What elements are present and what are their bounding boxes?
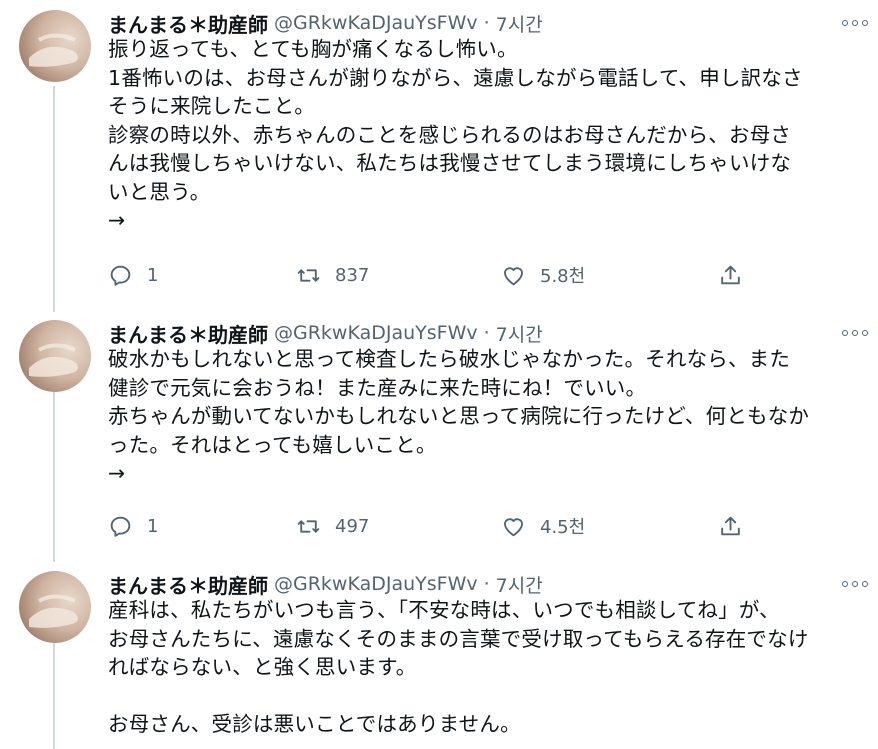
share-icon (721, 265, 740, 284)
tweet-text-line: ればならない、と強く思います。 (108, 655, 417, 679)
tweet-header: まんまる＊助産師 @GRkwKaDJauYsFWv · 7시간 (108, 570, 543, 599)
author-name[interactable]: まんまる＊助産師 (108, 570, 268, 599)
tweet-text-line: お母さん、受診は悪いことではありません。 (108, 712, 521, 736)
retweet-count: 837 (335, 264, 370, 286)
more-icon[interactable] (842, 14, 868, 32)
tweet-text-line: 1番怖いのは、お母さんが謝りながら、遠慮しながら電話して、申し訳なさ (108, 65, 803, 90)
tweet-text-line: った。それはとっても嬉しいこと。 (108, 432, 437, 457)
author-handle[interactable]: @GRkwKaDJauYsFWv (274, 573, 478, 595)
retweet-button[interactable]: 837 (296, 260, 369, 290)
avatar[interactable] (19, 10, 91, 82)
tweet-text-line: んは我慢しちゃいけない、私たちは我慢させてしまう環境にしちゃいけな (108, 151, 792, 175)
tweet-text-line: → (108, 208, 126, 232)
tweet-text-line: いと思う。 (108, 179, 211, 204)
tweet-text-line: 破水かもしれないと思って検査したら破水じゃなかった。それなら、また (108, 347, 791, 371)
author-handle[interactable]: @GRkwKaDJauYsFWv (274, 322, 478, 344)
like-button[interactable]: 4.5천 (501, 511, 585, 541)
reply-count: 1 (147, 515, 159, 537)
reply-icon (110, 516, 131, 537)
share-button[interactable] (718, 511, 743, 541)
author-name[interactable]: まんまる＊助産師 (108, 319, 268, 348)
more-icon[interactable] (842, 324, 868, 342)
separator-dot: · (483, 573, 490, 595)
reply-icon (110, 265, 131, 286)
separator-dot: · (483, 12, 490, 34)
author-handle[interactable]: @GRkwKaDJauYsFWv (274, 12, 478, 34)
tweet-timestamp[interactable]: 7시간 (496, 10, 543, 37)
share-button[interactable] (718, 260, 743, 290)
tweet-text-line (108, 682, 868, 711)
tweet-text: 破水かもしれないと思って検査したら破水じゃなかった。それなら、また 健診で元気に… (108, 345, 868, 488)
tweet-actions: 1 497 4.5천 (108, 511, 748, 541)
tweet-text-line: お母さんたちに、遠慮なくそのままの言葉で受け取ってもらえる存在でなけ (108, 626, 809, 651)
tweet[interactable]: まんまる＊助産師 @GRkwKaDJauYsFWv · 7시간 産科は、私たちが… (0, 561, 878, 749)
reply-count: 1 (147, 264, 159, 286)
tweet-text-line: 診察の時以外、赤ちゃんのことを感じられるのはお母さんだから、お母さ (108, 122, 792, 147)
like-count: 4.5천 (540, 517, 586, 538)
tweet-header: まんまる＊助産師 @GRkwKaDJauYsFWv · 7시간 (108, 319, 543, 348)
tweet-timestamp[interactable]: 7시간 (496, 320, 543, 347)
separator-dot: · (483, 322, 490, 344)
more-icon[interactable] (842, 575, 868, 593)
heart-icon (504, 517, 523, 536)
tweet-text: 産科は、私たちがいつも言う、「不安な時は、いつでも相談してね」が、 お母さんたち… (108, 596, 868, 739)
tweet-text-line: そうに来院したこと。 (108, 94, 315, 118)
avatar[interactable] (19, 571, 91, 643)
tweet-text-line: 健診で元気に会おうね！また産みに来た時にね！でいい。 (108, 375, 647, 400)
tweet-text-line: 振り返っても、とても胸が痛くなるし怖い。 (108, 37, 518, 61)
retweet-count: 497 (335, 515, 370, 537)
tweet-timestamp[interactable]: 7시간 (496, 571, 543, 598)
retweet-icon (297, 519, 320, 533)
tweet-actions: 1 837 5.8천 (108, 260, 748, 290)
tweet-header: まんまる＊助産師 @GRkwKaDJauYsFWv · 7시간 (108, 9, 543, 38)
tweet[interactable]: まんまる＊助産師 @GRkwKaDJauYsFWv · 7시간 破水かもしれない… (0, 310, 878, 560)
like-button[interactable]: 5.8천 (501, 260, 585, 290)
reply-button[interactable]: 1 (108, 260, 158, 290)
tweet[interactable]: まんまる＊助産師 @GRkwKaDJauYsFWv · 7시간 振り返っても、と… (0, 0, 878, 310)
avatar[interactable] (19, 320, 91, 392)
author-name[interactable]: まんまる＊助産師 (108, 9, 268, 38)
tweet-text-line: → (108, 461, 126, 485)
share-icon (721, 516, 740, 535)
like-count: 5.8천 (540, 266, 586, 287)
retweet-button[interactable]: 497 (296, 511, 369, 541)
retweet-icon (297, 268, 320, 282)
tweet-text-line: 産科は、私たちがいつも言う、「不安な時は、いつでも相談してね」が、 (108, 598, 780, 622)
tweet-text-line: 赤ちゃんが動いてないかもしれないと思って病院に行ったけど、何ともなか (108, 404, 810, 428)
reply-button[interactable]: 1 (108, 511, 158, 541)
heart-icon (504, 266, 523, 285)
tweet-text: 振り返っても、とても胸が痛くなるし怖い。 1番怖いのは、お母さんが謝りながら、遠… (108, 35, 868, 235)
